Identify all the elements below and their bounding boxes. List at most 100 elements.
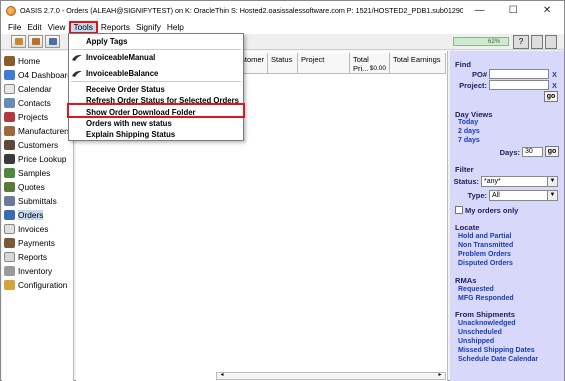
project-clear-button[interactable]: X xyxy=(552,81,557,90)
po-clear-button[interactable]: X xyxy=(552,70,557,79)
sidebar-item-invoices[interactable]: Invoices xyxy=(4,223,48,235)
status-select-value: *any* xyxy=(484,178,501,185)
link-disputed-orders[interactable]: Disputed Orders xyxy=(458,260,513,267)
link-2-days[interactable]: 2 days xyxy=(458,128,480,135)
link-hold-and-partial[interactable]: Hold and Partial xyxy=(458,233,511,240)
sidebar-item-manufacturers[interactable]: Manufacturers xyxy=(4,125,71,137)
chevron-down-icon: ▼ xyxy=(547,191,557,200)
sidebar-item-quotes[interactable]: Quotes xyxy=(4,181,45,193)
link-non-transmitted[interactable]: Non Transmitted xyxy=(458,242,513,249)
menu-bar: File Edit View Tools Reports Signify Hel… xyxy=(1,20,564,34)
find-go-button[interactable]: go xyxy=(544,91,558,102)
home-icon xyxy=(4,56,15,66)
link-problem-orders[interactable]: Problem Orders xyxy=(458,251,511,258)
toolbar-open-button[interactable] xyxy=(28,35,43,48)
close-button[interactable]: ✕ xyxy=(530,1,564,20)
link-unscheduled[interactable]: Unscheduled xyxy=(458,329,502,336)
inventory-icon xyxy=(4,266,15,276)
days-input[interactable]: 30 xyxy=(522,147,543,157)
sidebar-item-submittals[interactable]: Submittals xyxy=(4,195,57,207)
menu-edit[interactable]: Edit xyxy=(24,21,44,34)
sidebar-item-projects[interactable]: Projects xyxy=(4,111,48,123)
quotes-icon xyxy=(4,182,15,192)
minimize-button[interactable]: — xyxy=(463,1,497,20)
maximize-button[interactable]: ☐ xyxy=(496,1,530,20)
type-select[interactable]: All ▼ xyxy=(489,190,558,201)
menu-item-apply-tags[interactable]: Apply Tags xyxy=(86,37,127,46)
sidebar-item-configuration[interactable]: Configuration xyxy=(4,279,67,291)
folder-open-icon xyxy=(32,38,40,45)
horizontal-scrollbar[interactable]: ◂ ▸ xyxy=(216,372,446,380)
sidebar-item-customers[interactable]: Customers xyxy=(4,139,58,151)
column-status[interactable]: Status xyxy=(268,53,298,74)
menu-reports[interactable]: Reports xyxy=(98,21,133,34)
my-orders-checkbox[interactable] xyxy=(455,206,463,214)
orders-icon xyxy=(4,210,15,220)
factory-icon xyxy=(4,126,15,136)
from-shipments-heading: From Shipments xyxy=(455,310,515,319)
help-button[interactable]: ? xyxy=(513,35,529,49)
sidebar-item-contacts[interactable]: Contacts xyxy=(4,97,51,109)
toolbar-new-button[interactable] xyxy=(11,35,26,48)
status-select[interactable]: *any* ▼ xyxy=(481,176,558,187)
link-requested[interactable]: Requested xyxy=(458,286,494,293)
toolbar-save-button[interactable] xyxy=(45,35,60,48)
menu-item-invoiceable-manual[interactable]: InvoiceableManual xyxy=(86,53,155,62)
payments-icon xyxy=(4,238,15,248)
link-mfg-responded[interactable]: MFG Responded xyxy=(458,295,514,302)
sidebar-item-reports[interactable]: Reports xyxy=(4,251,47,263)
window-title: OASIS 2.7.0 - Orders (ALEAH@SIGNIFYTEST)… xyxy=(19,6,463,15)
sidebar-item-price-lookup[interactable]: Price Lookup xyxy=(4,153,66,165)
sidebar-item-samples[interactable]: Samples xyxy=(4,167,50,179)
days-go-button[interactable]: go xyxy=(545,146,559,157)
sidebar-item-inventory[interactable]: Inventory xyxy=(4,265,52,277)
menu-file[interactable]: File xyxy=(5,21,24,34)
disk-icon xyxy=(49,38,57,45)
sidebar-item-home[interactable]: Home xyxy=(4,55,40,67)
menu-item-invoiceable-balance[interactable]: InvoiceableBalance xyxy=(86,69,158,78)
menu-item-orders-with-new-status[interactable]: Orders with new status xyxy=(86,119,172,128)
reports-icon xyxy=(4,252,15,262)
column-project[interactable]: Project xyxy=(298,53,350,74)
type-select-value: All xyxy=(492,192,500,199)
calendar-icon xyxy=(4,84,15,94)
folder-icon xyxy=(15,38,23,45)
link-7-days[interactable]: 7 days xyxy=(458,137,480,144)
sidebar-item-calendar[interactable]: Calendar xyxy=(4,83,52,95)
sidebar-item-o4-dashboard[interactable]: O4 Dashboard xyxy=(4,69,72,81)
panel-restore-button[interactable] xyxy=(545,35,557,49)
panel-toggle-button[interactable] xyxy=(531,35,543,49)
signify-logo-icon xyxy=(72,54,82,61)
menu-item-explain-shipping-status[interactable]: Explain Shipping Status xyxy=(86,130,175,139)
filter-heading: Filter xyxy=(455,165,474,174)
right-panel: Find PO# X Project: X go Day Views Today… xyxy=(450,51,564,381)
project-input[interactable] xyxy=(489,80,549,90)
po-input[interactable] xyxy=(489,69,549,79)
highlight-box xyxy=(67,103,245,118)
link-today[interactable]: Today xyxy=(458,119,478,126)
signify-logo-icon xyxy=(72,70,82,77)
link-unacknowledged[interactable]: Unacknowledged xyxy=(458,320,516,327)
scroll-left-icon[interactable]: ◂ xyxy=(217,372,227,380)
menu-view[interactable]: View xyxy=(45,21,69,34)
sidebar-item-payments[interactable]: Payments xyxy=(4,237,55,249)
column-total-price-label: Total Pri... xyxy=(353,55,369,73)
link-missed-shipping-dates[interactable]: Missed Shipping Dates xyxy=(458,347,535,354)
menu-tools[interactable]: Tools xyxy=(68,20,98,34)
column-total-price[interactable]: Total Pri... $0.00 xyxy=(350,53,390,74)
contacts-icon xyxy=(4,98,15,108)
tools-menu: Apply Tags InvoiceableManual Invoiceable… xyxy=(68,33,244,141)
sidebar-item-orders[interactable]: Orders xyxy=(4,209,44,221)
menu-help[interactable]: Help xyxy=(164,21,187,34)
locate-heading: Locate xyxy=(455,223,480,232)
menu-separator xyxy=(71,81,241,82)
column-total-earnings[interactable]: Total Earnings xyxy=(390,53,446,74)
scroll-right-icon[interactable]: ▸ xyxy=(435,372,445,380)
title-bar: OASIS 2.7.0 - Orders (ALEAH@SIGNIFYTEST)… xyxy=(1,1,564,20)
invoices-icon xyxy=(4,224,15,234)
link-unshipped[interactable]: Unshipped xyxy=(458,338,494,345)
menu-signify[interactable]: Signify xyxy=(133,21,164,34)
day-views-heading: Day Views xyxy=(455,110,493,119)
menu-item-receive-order-status[interactable]: Receive Order Status xyxy=(86,85,165,94)
link-schedule-date-calendar[interactable]: Schedule Date Calendar xyxy=(458,356,538,363)
